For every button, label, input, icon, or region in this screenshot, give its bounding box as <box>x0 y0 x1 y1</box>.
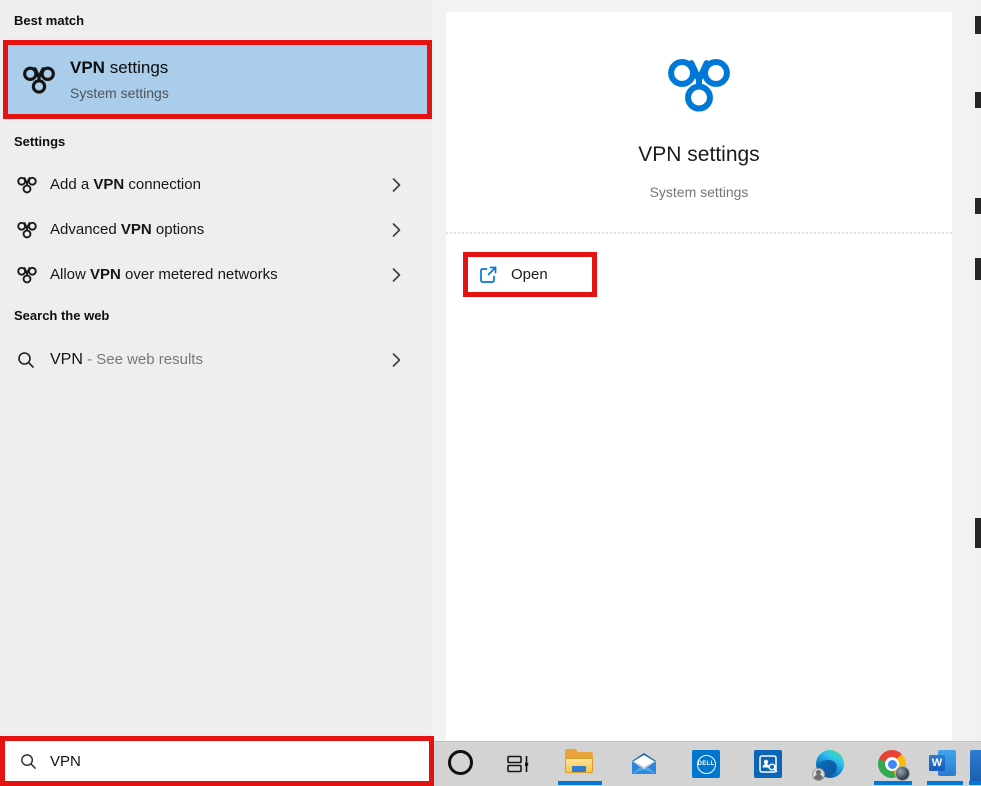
result-allow-vpn-metered[interactable]: Allow VPN over metered networks <box>0 252 431 297</box>
running-indicator <box>927 781 963 785</box>
open-button-label: Open <box>511 266 548 283</box>
preview-title: VPN settings <box>446 143 952 167</box>
file-explorer-icon <box>565 749 595 777</box>
preview-pane: VPN settings System settings <box>446 12 952 741</box>
vpn-icon <box>16 219 38 241</box>
running-indicator <box>558 781 602 785</box>
running-indicator <box>874 781 912 785</box>
mail-button[interactable] <box>629 750 659 782</box>
cortana-button[interactable] <box>448 750 473 775</box>
preview-subtitle: System settings <box>446 184 952 200</box>
annotation-box-open: Open <box>463 252 597 297</box>
search-web-section-header: Search the web <box>14 308 109 323</box>
running-indicator <box>969 781 981 785</box>
vpn-icon <box>16 264 38 286</box>
background-window-edge <box>975 0 981 741</box>
result-label: Allow VPN over metered networks <box>50 266 278 283</box>
cortana-icon <box>448 750 473 775</box>
open-external-icon <box>478 265 498 285</box>
file-explorer-button[interactable] <box>565 749 595 777</box>
task-view-button[interactable] <box>505 751 531 782</box>
chevron-right-icon <box>390 265 403 285</box>
edge-button[interactable] <box>816 750 844 778</box>
chevron-right-icon <box>390 220 403 240</box>
result-web-search[interactable]: VPN - See web results <box>0 337 431 383</box>
best-match-title: VPN settings <box>70 58 168 78</box>
taskbar: DELL W <box>431 741 981 786</box>
best-match-header: Best match <box>14 13 84 28</box>
settings-section-header: Settings <box>14 134 65 149</box>
search-results-panel: Best match VPN settings System settings … <box>0 0 431 786</box>
open-button[interactable]: Open <box>468 257 592 292</box>
edge-profile-avatar <box>812 768 825 781</box>
search-icon <box>16 350 36 370</box>
word-icon: W <box>929 750 959 777</box>
chevron-right-icon <box>390 175 403 195</box>
result-add-vpn-connection[interactable]: Add a VPN connection <box>0 162 431 207</box>
task-view-icon <box>505 751 531 777</box>
result-label: Add a VPN connection <box>50 176 201 193</box>
best-match-subtitle: System settings <box>70 85 169 101</box>
chrome-profile-avatar <box>895 766 910 781</box>
partial-app-icon[interactable] <box>970 750 981 783</box>
mail-icon <box>629 750 659 777</box>
dell-icon: DELL <box>692 750 720 778</box>
vpn-icon-large <box>446 50 952 120</box>
word-button[interactable]: W <box>929 750 959 777</box>
vpn-icon <box>21 62 57 103</box>
dell-button[interactable]: DELL <box>692 750 720 778</box>
taskbar-search-bar[interactable] <box>5 741 429 781</box>
result-label: VPN - See web results <box>50 351 203 369</box>
annotation-box-best-match: VPN settings System settings <box>3 40 432 119</box>
vpn-icon <box>16 174 38 196</box>
search-input[interactable] <box>50 753 380 770</box>
best-match-result[interactable]: VPN settings System settings <box>8 45 427 114</box>
annotation-box-search-bar <box>0 736 434 786</box>
app-search-icon <box>754 750 782 778</box>
search-icon <box>19 752 38 771</box>
preview-divider <box>446 232 952 234</box>
app-search-button[interactable] <box>754 750 782 778</box>
result-advanced-vpn-options[interactable]: Advanced VPN options <box>0 207 431 252</box>
chrome-button[interactable] <box>878 750 906 778</box>
chevron-right-icon <box>390 350 403 370</box>
result-label: Advanced VPN options <box>50 221 204 238</box>
